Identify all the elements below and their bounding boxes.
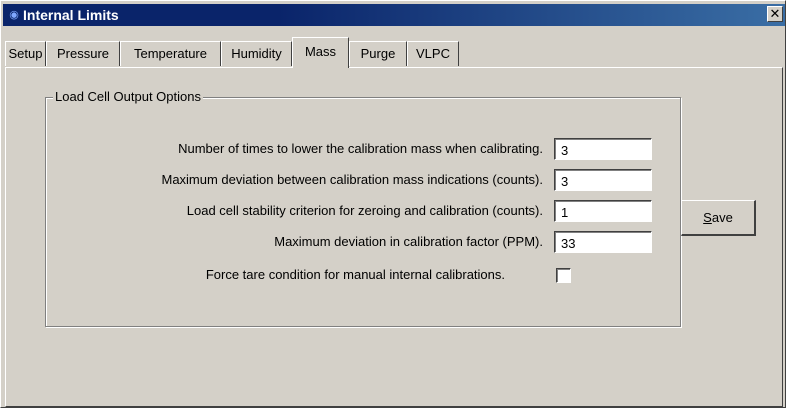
- tab-purge[interactable]: Purge: [349, 41, 407, 66]
- group-title: Load Cell Output Options: [53, 89, 203, 104]
- calibration-factor-deviation-label: Maximum deviation in calibration factor …: [274, 234, 543, 249]
- max-mass-deviation-label: Maximum deviation between calibration ma…: [161, 172, 543, 187]
- window-title: Internal Limits: [23, 7, 119, 23]
- internal-limits-window: ◉ Internal Limits ✕ Setup Pressure Tempe…: [0, 0, 786, 408]
- save-label: ave: [711, 210, 733, 225]
- max-mass-deviation-field[interactable]: [554, 169, 652, 191]
- title-bar[interactable]: ◉ Internal Limits ✕: [3, 4, 785, 26]
- tab-pressure[interactable]: Pressure: [46, 41, 120, 66]
- tab-vlpc[interactable]: VLPC: [407, 41, 459, 66]
- close-icon: ✕: [769, 6, 781, 21]
- tab-mass[interactable]: Mass: [292, 37, 349, 68]
- save-mnemonic: S: [703, 210, 712, 225]
- calibration-factor-deviation-field[interactable]: [554, 231, 652, 253]
- app-icon: ◉: [9, 9, 19, 21]
- tab-temperature[interactable]: Temperature: [120, 41, 221, 66]
- force-tare-label: Force tare condition for manual internal…: [205, 267, 505, 282]
- close-button[interactable]: ✕: [767, 6, 783, 22]
- tab-setup[interactable]: Setup: [5, 41, 46, 66]
- calibration-lowering-count-label: Number of times to lower the calibration…: [178, 141, 543, 156]
- stability-criterion-label: Load cell stability criterion for zeroin…: [186, 203, 543, 218]
- force-tare-checkbox[interactable]: [556, 268, 571, 283]
- calibration-lowering-count-field[interactable]: [554, 138, 652, 160]
- stability-criterion-field[interactable]: [554, 200, 652, 222]
- tab-humidity[interactable]: Humidity: [221, 41, 292, 66]
- save-button[interactable]: Save: [681, 200, 756, 236]
